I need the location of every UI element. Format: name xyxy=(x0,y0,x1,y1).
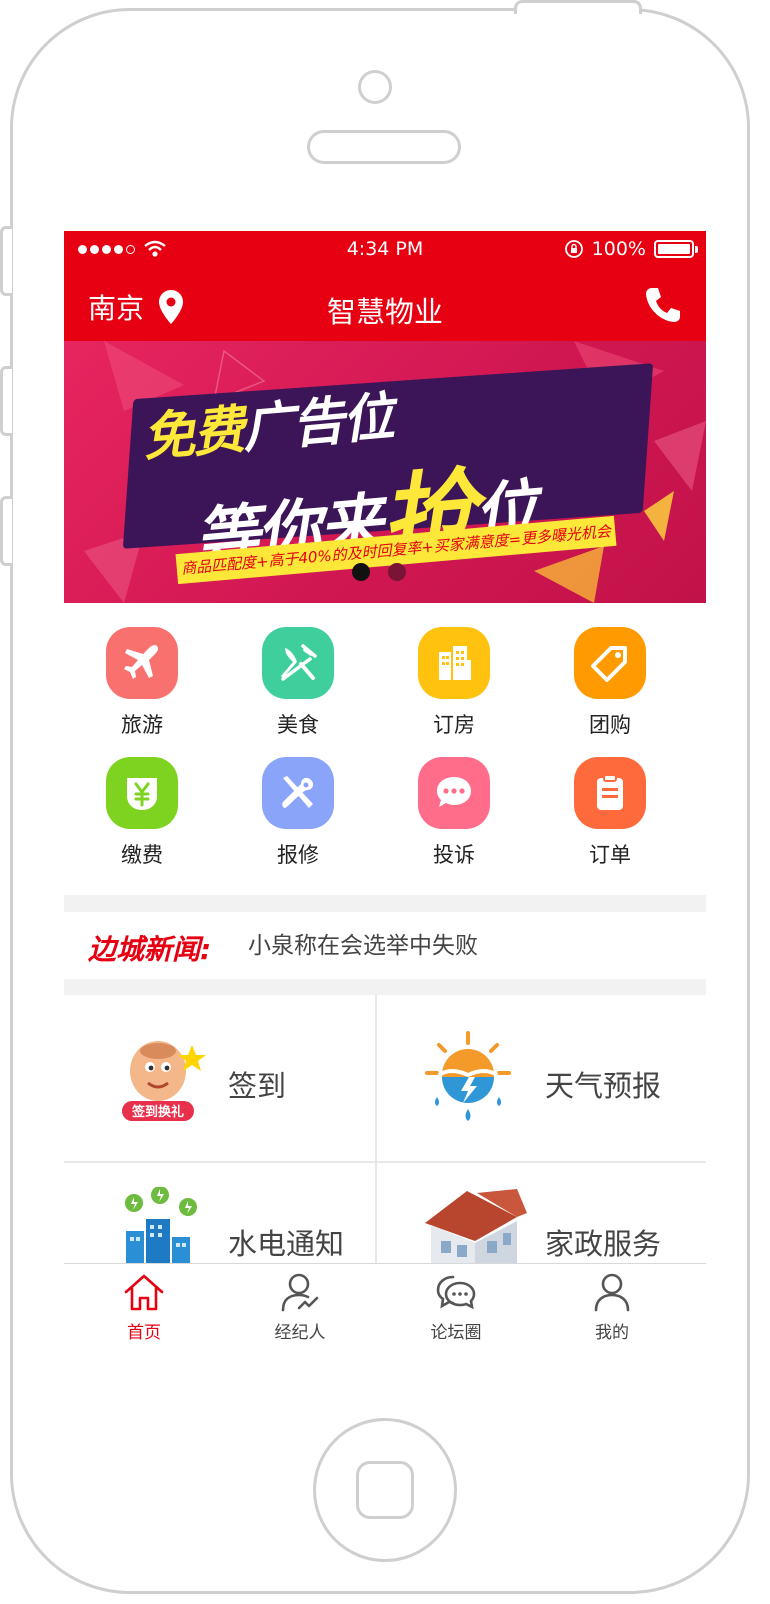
service-label: 报修 xyxy=(277,843,319,867)
card-utility-notice[interactable]: 水电通知 xyxy=(64,1163,375,1263)
weather-icon xyxy=(425,1031,511,1121)
front-camera xyxy=(358,70,392,104)
status-bar: 4:34 PM 100% xyxy=(64,231,706,269)
service-repair[interactable]: 报修 xyxy=(220,733,376,867)
rotation-lock-icon xyxy=(564,240,583,258)
feature-cards: 签到换礼 签到 天气预报 水电通知 家政服务 xyxy=(64,995,706,1263)
news-ticker[interactable]: 边城新闻: 小泉称在会选举中失败 xyxy=(64,912,706,979)
tab-label: 我的 xyxy=(595,1323,629,1343)
profile-icon xyxy=(594,1273,630,1312)
carousel-dot-active[interactable] xyxy=(352,563,370,581)
card-housekeeping[interactable]: 家政服务 xyxy=(377,1163,706,1263)
chat-icon xyxy=(437,777,471,807)
building-icon xyxy=(439,646,471,680)
card-label: 天气预报 xyxy=(545,1069,662,1103)
ad-banner-carousel[interactable]: 免费广告位 等你来抢位 商品匹配度+高于40%的及时回复率+买家满意度=更多曝光… xyxy=(64,341,706,603)
service-group-buy[interactable]: 团购 xyxy=(532,603,688,737)
tab-profile[interactable]: 我的 xyxy=(532,1264,692,1344)
battery-icon xyxy=(654,240,698,258)
phone-call-icon[interactable] xyxy=(644,286,682,324)
service-label: 订单 xyxy=(589,843,631,867)
service-food-icon xyxy=(262,627,334,699)
service-complaint-icon xyxy=(418,757,490,829)
service-travel-icon xyxy=(106,627,178,699)
tab-agent[interactable]: 经纪人 xyxy=(220,1264,380,1344)
yen-icon xyxy=(127,778,157,810)
forum-icon xyxy=(436,1275,476,1310)
news-tag: 边城新闻: xyxy=(88,933,212,966)
card-weather[interactable]: 天气预报 xyxy=(377,995,706,1161)
checkin-mascot-icon: 签到换礼 xyxy=(122,1041,206,1121)
service-label: 投诉 xyxy=(433,843,475,867)
carousel-indicator xyxy=(352,563,406,581)
service-label: 缴费 xyxy=(121,843,163,867)
tools-icon xyxy=(282,776,314,808)
app-screen: 4:34 PM 100% 南京 智慧物业 免费广告位 等你来抢位 商品匹配度+高… xyxy=(64,231,706,1375)
service-payment[interactable]: 缴费 xyxy=(64,733,220,867)
card-label: 家政服务 xyxy=(545,1227,662,1261)
card-label: 签到 xyxy=(228,1069,287,1103)
bottom-tab-bar: 首页 经纪人 论坛圈 我的 xyxy=(64,1263,706,1375)
power-button xyxy=(514,0,642,14)
service-repair-icon xyxy=(262,757,334,829)
news-headline[interactable]: 小泉称在会选举中失败 xyxy=(248,926,478,960)
service-orders-icon xyxy=(574,757,646,829)
tag-icon xyxy=(591,646,627,682)
page-title: 智慧物业 xyxy=(326,295,443,329)
carousel-dot[interactable] xyxy=(388,563,406,581)
service-orders[interactable]: 订单 xyxy=(532,733,688,867)
tab-label: 经纪人 xyxy=(274,1323,326,1343)
checkin-badge-text: 签到换礼 xyxy=(131,1104,184,1120)
volume-down-button xyxy=(0,496,12,566)
service-travel[interactable]: 旅游 xyxy=(64,603,220,737)
top-nav-bar: 南京 智慧物业 xyxy=(64,269,706,341)
service-payment-icon xyxy=(106,757,178,829)
tab-forum[interactable]: 论坛圈 xyxy=(376,1264,536,1344)
volume-up-button xyxy=(0,366,12,436)
mute-switch xyxy=(0,226,12,296)
earpiece-speaker xyxy=(307,130,461,164)
card-checkin[interactable]: 签到换礼 签到 xyxy=(64,995,375,1161)
agent-icon xyxy=(281,1273,319,1312)
airplane-icon xyxy=(124,644,159,679)
home-icon xyxy=(124,1274,164,1311)
clipboard-icon xyxy=(597,774,623,810)
service-grid: 旅游 美食 订房 团购 缴费 报修 投诉 订单 xyxy=(64,603,706,895)
card-label: 水电通知 xyxy=(228,1227,345,1261)
service-group-buy-icon xyxy=(574,627,646,699)
status-right: 100% xyxy=(564,238,698,260)
home-button-icon xyxy=(356,1461,414,1519)
service-hotel-icon xyxy=(418,627,490,699)
battery-percent: 100% xyxy=(591,238,646,260)
tab-label: 首页 xyxy=(127,1323,161,1343)
house-icon xyxy=(425,1189,527,1263)
service-food[interactable]: 美食 xyxy=(220,603,376,737)
service-hotel[interactable]: 订房 xyxy=(376,603,532,737)
tab-home[interactable]: 首页 xyxy=(64,1264,224,1344)
fork-knife-icon xyxy=(281,644,317,681)
service-complaint[interactable]: 投诉 xyxy=(376,733,532,867)
tab-label: 论坛圈 xyxy=(430,1323,482,1343)
utility-buildings-icon xyxy=(125,1187,197,1263)
